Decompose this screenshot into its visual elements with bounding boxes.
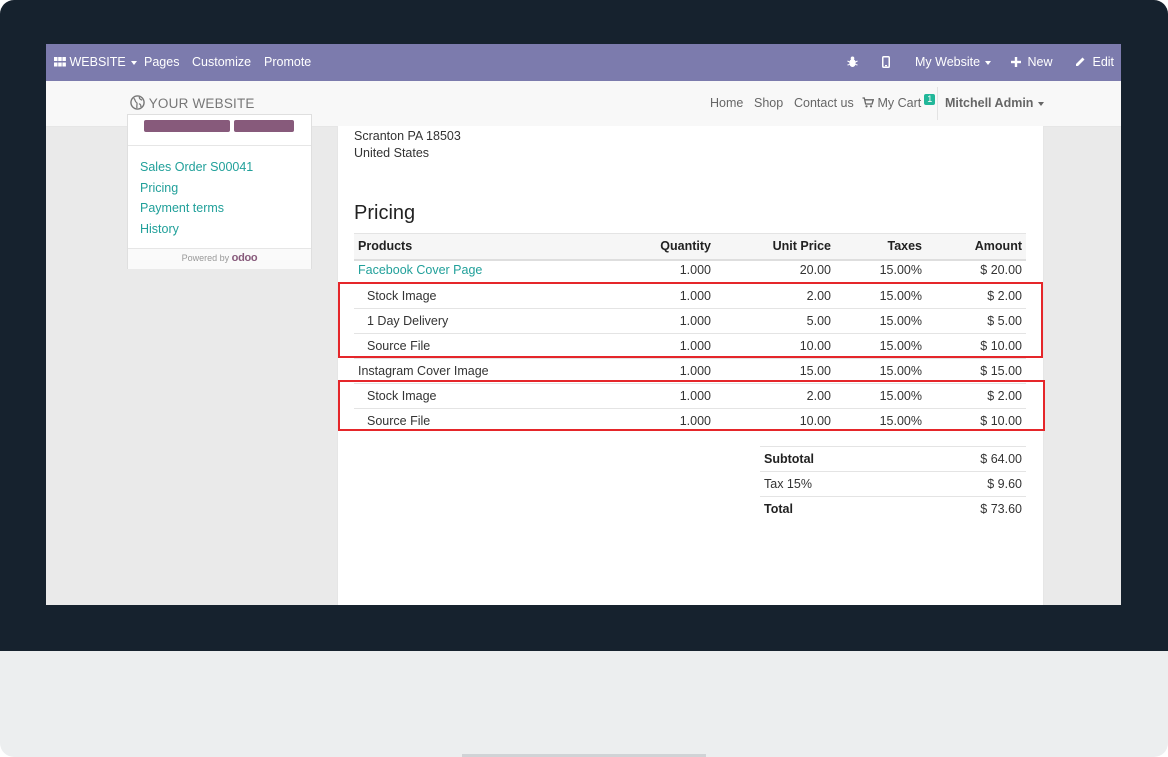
totals-label: Tax 15% <box>764 477 812 491</box>
portal-sidebar: Sales Order S00041 Pricing Payment terms… <box>127 114 312 269</box>
sidebar-link-payment-terms[interactable]: Payment terms <box>140 198 253 219</box>
mobile-phone-icon <box>882 55 890 68</box>
amount-cell: $ 20.00 <box>980 263 1022 277</box>
sidebar-accept-button[interactable] <box>144 120 230 132</box>
chevron-down-icon <box>130 60 137 65</box>
user-menu[interactable]: Mitchell Admin <box>945 81 1045 126</box>
nav-contact-us[interactable]: Contact us <box>794 81 854 126</box>
table-row: Facebook Cover Page 1.000 20.00 15.00% $… <box>354 258 1026 283</box>
shopping-cart-icon <box>862 97 874 108</box>
totals-value: $ 9.60 <box>987 477 1022 491</box>
nav-home[interactable]: Home <box>710 81 743 126</box>
address-line: United States <box>354 146 430 160</box>
section-title: Pricing <box>354 202 416 224</box>
highlight-box <box>338 380 1045 431</box>
column-header: Products <box>358 239 413 253</box>
edit-button[interactable]: Edit <box>1075 44 1114 81</box>
nav-divider <box>937 87 938 120</box>
powered-by-label: Powered by <box>181 253 230 263</box>
table-header: Products Quantity Unit Price Taxes Amoun… <box>354 233 1026 261</box>
new-button-label: New <box>1027 55 1053 69</box>
column-header: Amount <box>974 239 1022 253</box>
menu-pages[interactable]: Pages <box>144 44 179 81</box>
sales-order-document: Scranton PA 18503 United States Pricing … <box>337 126 1045 605</box>
apps-menu-button[interactable]: WEBSITE <box>54 44 137 81</box>
totals-row: Subtotal $ 64.00 <box>760 446 1026 472</box>
sidebar-divider <box>128 145 311 146</box>
menu-promote[interactable]: Promote <box>264 44 311 81</box>
totals-label: Subtotal <box>764 452 814 466</box>
website-selector[interactable]: My Website <box>915 44 992 81</box>
totals-value: $ 73.60 <box>980 502 1022 516</box>
sidebar-nav: Sales Order S00041 Pricing Payment terms… <box>140 157 253 240</box>
column-header: Unit Price <box>772 239 831 253</box>
debug-button[interactable] <box>847 44 858 81</box>
address-line: Scranton PA 18503 <box>354 129 461 143</box>
powered-by[interactable]: Powered by odoo <box>128 248 311 269</box>
bug-icon <box>847 56 858 67</box>
nav-shop[interactable]: Shop <box>754 81 783 126</box>
totals-label: Total <box>764 502 793 516</box>
column-header: Quantity <box>660 239 711 253</box>
mobile-preview-button[interactable] <box>882 44 890 81</box>
site-logo-text: YOUR WEBSITE <box>148 96 255 111</box>
highlight-box <box>338 282 1043 358</box>
menu-customize[interactable]: Customize <box>192 44 251 81</box>
quantity-cell: 1.000 <box>679 263 711 277</box>
tax-cell: 15.00% <box>879 263 922 277</box>
totals-row: Total $ 73.60 <box>760 496 1026 522</box>
totals-value: $ 64.00 <box>980 452 1022 466</box>
monitor-chin <box>0 651 1168 757</box>
globe-icon <box>130 95 145 111</box>
product-link[interactable]: Facebook Cover Page <box>358 258 482 282</box>
admin-bar: WEBSITE Pages Customize Promote My Websi… <box>46 44 1121 81</box>
screen: WEBSITE Pages Customize Promote My Websi… <box>46 44 1121 605</box>
cart-count-badge: 1 <box>924 94 936 105</box>
new-button[interactable]: New <box>1011 44 1053 81</box>
pencil-icon <box>1076 57 1085 67</box>
plus-icon <box>1011 56 1021 67</box>
apps-menu-label: WEBSITE <box>69 55 126 69</box>
apps-grid-icon <box>54 56 66 67</box>
sidebar-link-history[interactable]: History <box>140 219 253 240</box>
nav-my-cart[interactable]: My Cart 1 <box>862 81 936 126</box>
user-name: Mitchell Admin <box>945 96 1034 110</box>
sidebar-feedback-button[interactable] <box>234 120 294 132</box>
sidebar-link-pricing[interactable]: Pricing <box>140 178 253 199</box>
unit-price-cell: 20.00 <box>799 263 831 277</box>
totals-row: Tax 15% $ 9.60 <box>760 471 1026 497</box>
sidebar-link-sales-order[interactable]: Sales Order S00041 <box>140 157 253 178</box>
chevron-down-icon <box>985 60 992 65</box>
website-selector-label: My Website <box>915 55 981 69</box>
column-header: Taxes <box>887 239 922 253</box>
cart-label: My Cart <box>877 96 922 110</box>
edit-button-label: Edit <box>1092 55 1115 69</box>
chevron-down-icon <box>1038 101 1045 106</box>
odoo-logo: odoo <box>231 252 258 264</box>
